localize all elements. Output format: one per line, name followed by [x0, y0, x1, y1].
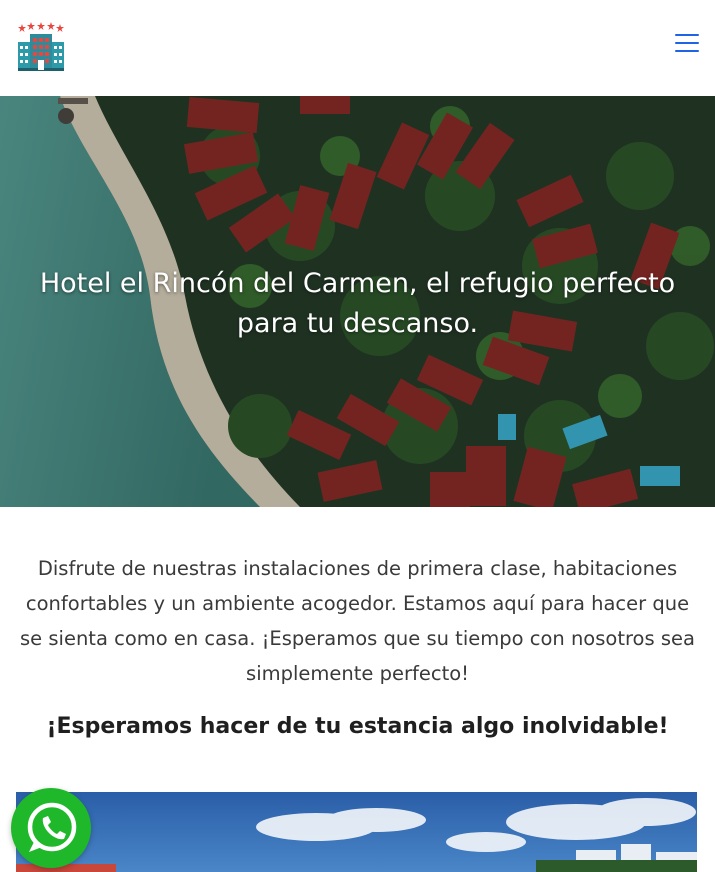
hotel-logo-icon[interactable] — [16, 22, 66, 72]
hotel-exterior-photo — [16, 792, 697, 872]
intro-tagline: ¡Esperamos hacer de tu estancia algo ino… — [46, 714, 669, 739]
hero-title: Hotel el Rincón del Carmen, el refugio p… — [39, 268, 676, 339]
intro-section: Disfrute de nuestras instalaciones de pr… — [0, 507, 715, 743]
hero-banner: Hotel el Rincón del Carmen, el refugio p… — [0, 96, 715, 507]
hamburger-menu-icon[interactable] — [675, 34, 699, 56]
intro-paragraph: Disfrute de nuestras instalaciones de pr… — [20, 557, 695, 685]
navbar — [0, 0, 715, 96]
whatsapp-icon[interactable] — [11, 788, 91, 868]
